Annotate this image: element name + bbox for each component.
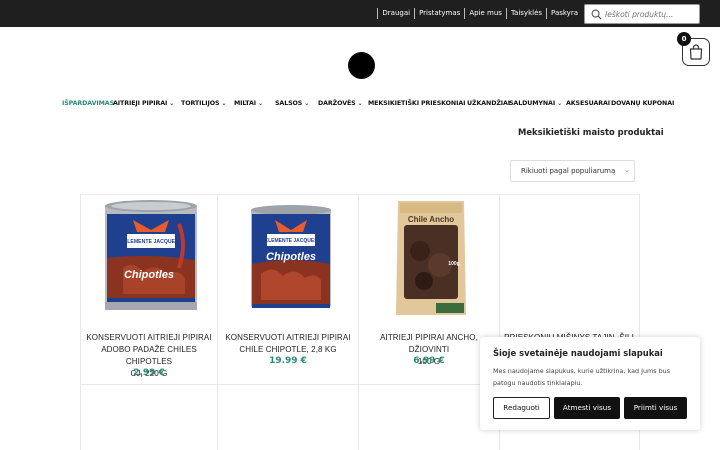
product-title-line: ADOBO PADAŽE CHILES CHIPOTLES [101, 345, 197, 366]
chevron-down-icon: ⌄ [169, 100, 175, 107]
cookie-accept-button[interactable]: Priimti visus [624, 397, 687, 419]
product-image-chipotles-can-large[interactable]: CLEMENTE JACQUES Chipotles [249, 204, 333, 316]
nav-item-hot-peppers[interactable]: AITRIEJI PIPIRAI ⌄ [113, 99, 174, 109]
top-bar: Draugai Pristatymas Apie mus Taisyklės P… [0, 0, 720, 27]
product-price: 19.99 € [269, 356, 307, 366]
cookie-customize-button[interactable]: Redaguoti [493, 397, 550, 419]
nav-item-label: AITRIEJI PIPIRAI [113, 100, 168, 107]
product-title-line: CHILE CHIPOTLE, 2,8 KG [239, 345, 337, 354]
nav-item-tortillas[interactable]: TORTILIJOS ⌄ [181, 99, 226, 109]
product-image-chipotles-can-small[interactable]: CLEMENTE JACQUES Chipotles [103, 198, 199, 320]
top-link-terms[interactable]: Taisyklės [505, 8, 546, 19]
product-price: 2.99 € [133, 368, 165, 378]
nav-item-label: MEKSIKIETIŠKI PRIESKONIAI [368, 100, 466, 107]
top-link-friends[interactable]: Draugai [377, 8, 414, 19]
grid-divider [358, 194, 359, 450]
grid-divider [80, 194, 640, 195]
main-nav: IŠPARDAVIMAS AITRIEJI PIPIRAI ⌄ TORTILIJO… [0, 99, 720, 109]
chevron-down-icon: ⌄ [557, 100, 563, 107]
chevron-down-icon: ⌄ [624, 166, 630, 174]
nav-item-label: DOVANŲ KUPONAI [611, 100, 675, 107]
shopping-bag-icon [689, 44, 703, 60]
cookie-reject-button[interactable]: Atmesti visus [554, 397, 620, 419]
site-logo[interactable] [348, 52, 375, 79]
nav-item-gift-cards[interactable]: DOVANŲ KUPONAI [611, 99, 674, 109]
search-box [584, 4, 700, 24]
product-title-line: KONSERVUOTI AITRIEJI PIPIRAI [86, 333, 212, 342]
top-link-about[interactable]: Apie mus [464, 8, 506, 19]
chevron-down-icon: ⌄ [357, 100, 363, 107]
sort-select-value: Rikiuoti pagal populiarumą [521, 167, 616, 175]
nav-item-label: SALSOS [275, 100, 303, 107]
search-icon[interactable] [591, 9, 602, 20]
top-link-delivery[interactable]: Pristatymas [414, 8, 464, 19]
cart-count-badge: 0 [677, 32, 691, 46]
product-title[interactable]: KONSERVUOTI AITRIEJI PIPIRAI CHILE CHIPO… [219, 332, 357, 356]
chevron-down-icon: ⌄ [304, 100, 310, 107]
product-title-line: AITRIEJI PIPIRAI ANCHO, DŽIOVINTI [380, 333, 478, 354]
cookie-text: Mes naudojame slapukus, kurie užtikrina,… [493, 367, 671, 387]
nav-item-label: MILTAI [234, 100, 257, 107]
bag-weight-label: 100g [448, 261, 459, 267]
can-brand-label: CLEMENTE JACQUES [123, 239, 179, 245]
nav-item-spices[interactable]: MEKSIKIETIŠKI PRIESKONIAI ⌄ [368, 99, 472, 109]
cookie-title: Šioje svetainėje naudojami slapukai [493, 348, 663, 358]
chevron-down-icon: ⌄ [258, 100, 263, 107]
nav-item-sweets[interactable]: SALDUMYNAI ⌄ [509, 99, 562, 109]
nav-item-accessories[interactable]: AKSESUARAI [566, 99, 610, 109]
bag-product-label: Chile Ancho [408, 215, 454, 224]
product-image-chile-ancho-bag[interactable]: Chile Ancho 100g [392, 199, 470, 323]
nav-item-label: IŠPARDAVIMAS [62, 100, 115, 107]
chevron-down-icon: ⌄ [221, 100, 227, 107]
top-link-account[interactable]: Paskyra [546, 8, 582, 19]
nav-item-label: SALDUMYNAI [509, 100, 556, 107]
can-product-label: Chipotles [124, 269, 174, 281]
nav-item-label: UŽKANDŽIAI [467, 100, 511, 107]
can-brand-label: CLEMENTE JACQUES [264, 238, 318, 244]
grid-divider [217, 194, 218, 450]
search-input[interactable] [605, 7, 697, 21]
can-product-label: Chipotles [266, 251, 316, 263]
sort-select[interactable]: Rikiuoti pagal populiarumą ⌄ [510, 160, 635, 182]
nav-item-vegetables[interactable]: DARŽOVĖS ⌄ [318, 99, 363, 109]
nav-item-sale[interactable]: IŠPARDAVIMAS [62, 99, 114, 109]
nav-item-flour[interactable]: MILTAI ⌄ [234, 99, 263, 109]
nav-item-label: TORTILIJOS [181, 100, 220, 107]
nav-item-snacks[interactable]: UŽKANDŽIAI [467, 99, 510, 109]
grid-divider [80, 194, 81, 450]
nav-item-salsas[interactable]: SALSOS ⌄ [275, 99, 309, 109]
nav-item-label: DARŽOVĖS [318, 100, 356, 107]
nav-item-label: AKSESUARAI [566, 100, 610, 107]
cookie-consent-banner: Šioje svetainėje naudojami slapukai Mes … [480, 337, 700, 430]
product-price: 6.99 € [413, 356, 445, 366]
category-title: Meksikietiški maisto produktai [518, 127, 664, 137]
top-links: Draugai Pristatymas Apie mus Taisyklės P… [377, 8, 582, 19]
product-title-line: KONSERVUOTI AITRIEJI PIPIRAI [225, 333, 351, 342]
